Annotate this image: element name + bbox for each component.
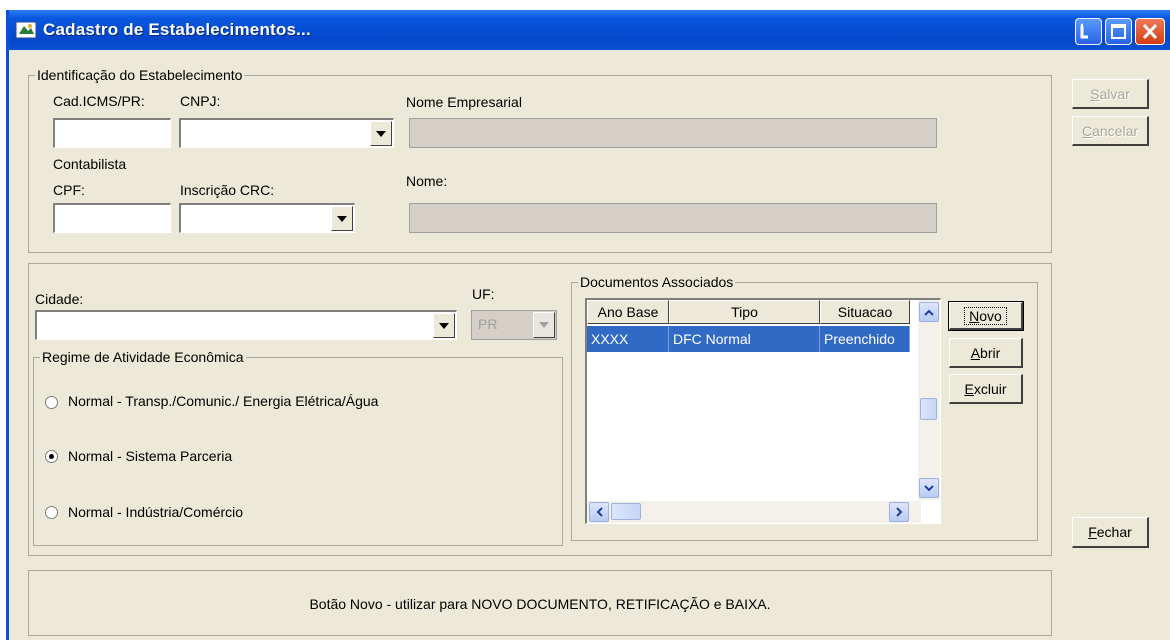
chevron-down-icon xyxy=(539,322,549,328)
close-icon xyxy=(1142,23,1158,40)
radio-regime-parceria[interactable] xyxy=(45,450,58,463)
chevron-down-icon xyxy=(376,130,386,137)
main-window: Cadastro de Estabelecimentos... Identifi… xyxy=(6,10,1170,640)
cidade-label: Cidade: xyxy=(35,291,84,307)
cell-situacao: Preenchido xyxy=(820,326,910,352)
cad-icms-input[interactable] xyxy=(53,118,171,148)
horizontal-scrollbar[interactable] xyxy=(587,501,921,523)
crc-combo[interactable] xyxy=(179,203,355,233)
column-ano-base[interactable]: Ano Base xyxy=(587,300,669,324)
horizontal-scroll-thumb[interactable] xyxy=(611,503,641,520)
excluir-button[interactable]: Excluir xyxy=(949,374,1023,404)
title-bar[interactable]: Cadastro de Estabelecimentos... xyxy=(9,10,1170,50)
novo-mnemonic: N xyxy=(969,307,980,324)
minimize-button[interactable] xyxy=(1075,18,1102,45)
nome-empresarial-field xyxy=(409,118,937,148)
scroll-down-button[interactable] xyxy=(919,478,939,498)
column-tipo[interactable]: Tipo xyxy=(669,300,820,324)
cnpj-dropdown-button[interactable] xyxy=(370,121,392,146)
table-row[interactable]: XXXX DFC Normal Preenchido xyxy=(587,326,910,352)
regime-parceria-label[interactable]: Normal - Sistema Parceria xyxy=(68,448,232,464)
nome-empresarial-label: Nome Empresarial xyxy=(406,94,522,110)
scroll-left-button[interactable] xyxy=(589,502,609,522)
radio-regime-transp[interactable] xyxy=(45,396,58,409)
vertical-scroll-thumb[interactable] xyxy=(920,398,937,420)
salvar-button[interactable]: Salvar xyxy=(1072,79,1149,109)
uf-value: PR xyxy=(478,316,498,332)
chevron-down-icon xyxy=(439,322,449,329)
cell-tipo: DFC Normal xyxy=(669,326,820,352)
fechar-mnemonic: F xyxy=(1088,524,1097,540)
maximize-icon xyxy=(1111,24,1126,39)
fechar-button[interactable]: Fechar xyxy=(1072,517,1149,548)
abrir-mnemonic: A xyxy=(970,344,981,361)
regime-group-label: Regime de Atividade Econômica xyxy=(40,349,246,365)
regime-industria-label[interactable]: Normal - Indústria/Comércio xyxy=(68,504,243,520)
crc-label: Inscrição CRC: xyxy=(180,182,275,198)
scroll-right-button[interactable] xyxy=(889,502,909,522)
scroll-up-button[interactable] xyxy=(919,302,939,322)
documentos-list[interactable]: Ano Base Tipo Situacao XXXX DFC Normal P… xyxy=(585,298,941,524)
minimize-icon xyxy=(1080,23,1088,39)
identificacao-group-label: Identificação do Estabelecimento xyxy=(35,67,245,83)
chevron-down-icon xyxy=(337,215,347,222)
cnpj-combo[interactable] xyxy=(179,118,394,148)
documentos-group-label: Documentos Associados xyxy=(578,274,736,290)
novo-label-rest: ovo xyxy=(979,307,1002,324)
cpf-input[interactable] xyxy=(53,203,171,233)
list-header: Ano Base Tipo Situacao xyxy=(587,300,910,324)
maximize-button[interactable] xyxy=(1105,18,1132,45)
fechar-label-rest: echar xyxy=(1096,524,1132,540)
chevron-up-icon xyxy=(924,309,934,316)
uf-combo: PR xyxy=(471,310,557,340)
cell-ano-base: XXXX xyxy=(587,326,669,352)
novo-button[interactable]: Novo xyxy=(948,301,1024,331)
salvar-label-rest: alvar xyxy=(1099,85,1130,102)
chevron-left-icon xyxy=(596,507,603,517)
radio-regime-industria[interactable] xyxy=(45,506,58,519)
column-situacao[interactable]: Situacao xyxy=(820,300,910,324)
novo-button-focus: Novo xyxy=(964,306,1007,325)
cancelar-label-rest: ancelar xyxy=(1092,122,1139,139)
window-title: Cadastro de Estabelecimentos... xyxy=(43,20,311,39)
cancelar-button[interactable]: Cancelar xyxy=(1072,116,1149,146)
close-button[interactable] xyxy=(1135,18,1165,45)
nome-label: Nome: xyxy=(406,173,448,189)
excluir-label-rest: xcluir xyxy=(973,380,1007,397)
uf-label: UF: xyxy=(472,286,495,302)
regime-transp-label[interactable]: Normal - Transp./Comunic./ Energia Elétr… xyxy=(68,393,378,409)
contabilista-label: Contabilista xyxy=(53,156,127,172)
abrir-label-rest: brir xyxy=(980,344,1001,361)
vertical-scrollbar[interactable] xyxy=(918,300,940,500)
hint-text: Botão Novo - utilizar para NOVO DOCUMENT… xyxy=(309,596,771,612)
cidade-dropdown-button[interactable] xyxy=(433,313,455,338)
nome-contabilista-field xyxy=(409,203,937,233)
chevron-down-icon xyxy=(924,484,934,491)
excluir-mnemonic: E xyxy=(964,380,974,397)
cpf-label: CPF: xyxy=(53,182,85,198)
salvar-mnemonic: S xyxy=(1090,85,1100,102)
chevron-right-icon xyxy=(895,507,902,517)
cad-icms-label: Cad.ICMS/PR: xyxy=(53,93,145,109)
uf-dropdown-button xyxy=(533,312,555,338)
app-icon xyxy=(15,21,37,39)
abrir-button[interactable]: Abrir xyxy=(949,338,1023,368)
cnpj-label: CNPJ: xyxy=(180,93,221,109)
crc-dropdown-button[interactable] xyxy=(331,206,353,231)
cancelar-mnemonic: C xyxy=(1081,122,1093,139)
cidade-combo[interactable] xyxy=(35,310,457,340)
